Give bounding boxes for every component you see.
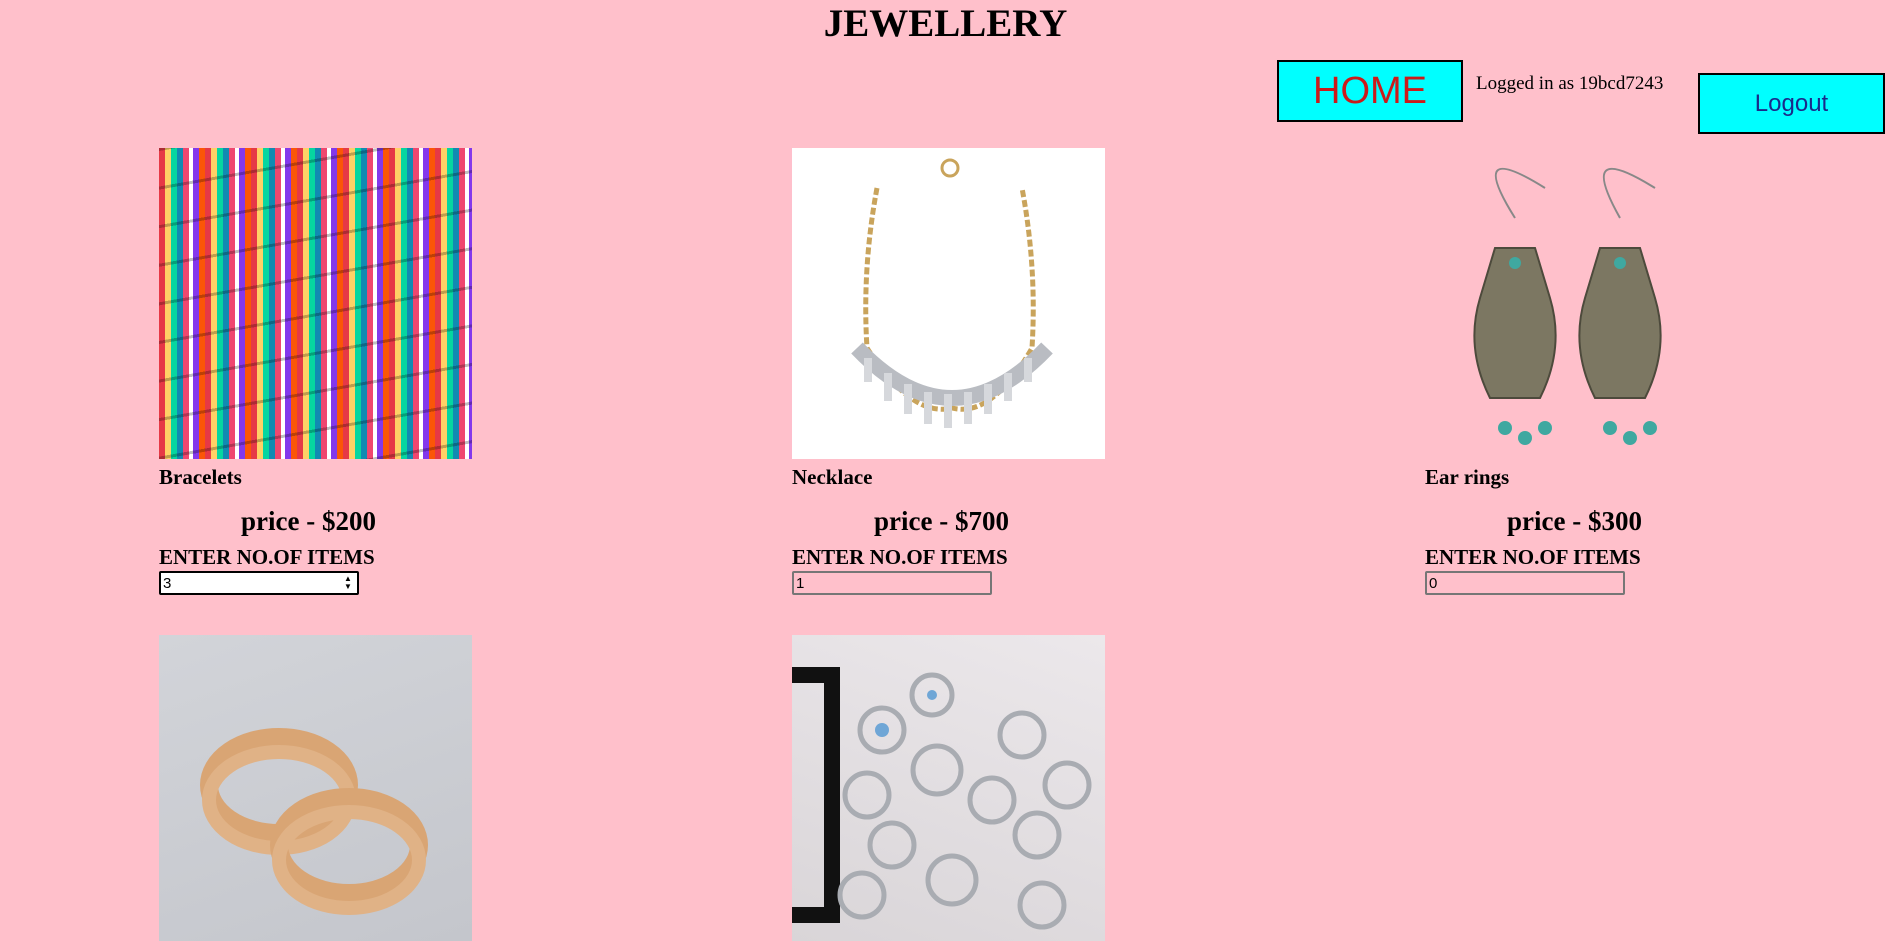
- rings-image: [792, 635, 1105, 941]
- product-card-earrings: Ear rings price - $300 ENTER NO.OF ITEMS…: [1425, 148, 1785, 595]
- quantity-label: ENTER NO.OF ITEMS: [159, 545, 375, 569]
- product-name: Bracelets: [159, 465, 242, 489]
- quantity-input[interactable]: 0: [1425, 571, 1625, 595]
- product-card-necklace: Necklace price - $700 ENTER NO.OF ITEMS …: [792, 148, 1152, 595]
- logout-button[interactable]: Logout: [1698, 73, 1885, 134]
- product-card-bangles: [159, 635, 519, 941]
- necklace-image: [792, 148, 1105, 459]
- earrings-image: [1425, 148, 1738, 459]
- page: JEWELLERY HOME Logged in as 19bcd7243 Lo…: [0, 0, 1891, 941]
- product-price: price - $300: [1507, 506, 1642, 536]
- product-price: price - $700: [874, 506, 1009, 536]
- product-price: price - $200: [241, 506, 376, 536]
- product-name: Necklace: [792, 465, 873, 489]
- product-name: Ear rings: [1425, 465, 1510, 489]
- spinner-arrows-icon[interactable]: ▲ ▼: [342, 575, 354, 591]
- quantity-value: 3: [163, 574, 172, 592]
- bracelets-image: [159, 148, 472, 459]
- quantity-label: ENTER NO.OF ITEMS: [792, 545, 1008, 569]
- quantity-value: 1: [796, 574, 805, 592]
- product-card-bracelets: Bracelets price - $200 ENTER NO.OF ITEMS…: [159, 148, 519, 595]
- quantity-input[interactable]: 3 ▲ ▼: [159, 571, 359, 595]
- quantity-label: ENTER NO.OF ITEMS: [1425, 545, 1641, 569]
- bangles-image: [159, 635, 472, 941]
- logged-in-status: Logged in as 19bcd7243: [1476, 73, 1664, 94]
- home-button[interactable]: HOME: [1277, 60, 1463, 122]
- quantity-input[interactable]: 1: [792, 571, 992, 595]
- quantity-value: 0: [1429, 574, 1438, 592]
- product-card-rings: [792, 635, 1152, 941]
- page-title: JEWELLERY: [823, 2, 1068, 45]
